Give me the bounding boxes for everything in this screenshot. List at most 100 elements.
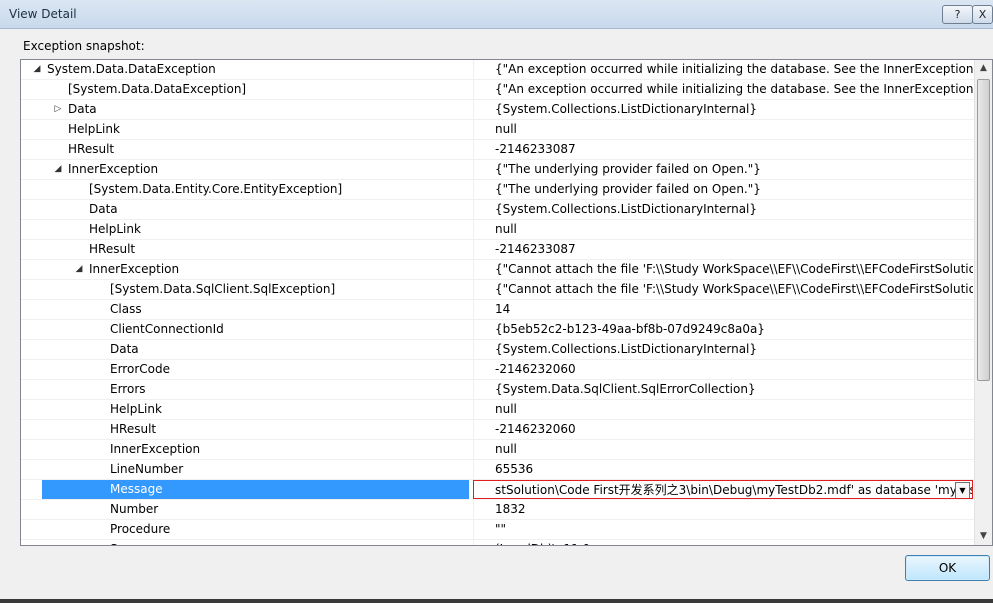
property-value[interactable]: stSolution\Code First开发系列之3\bin\Debug\my… (473, 480, 973, 499)
property-row[interactable]: ClientConnectionId {b5eb52c2-b123-49aa-bf… (21, 320, 974, 340)
property-name-cell[interactable]: ClientConnectionId (21, 320, 469, 339)
scroll-up-icon[interactable]: ▲ (975, 60, 992, 77)
property-row[interactable]: HResult -2146232060 (21, 420, 974, 440)
scroll-thumb[interactable] (977, 79, 990, 381)
property-value-text: (LocalDb)\v11.0 (495, 542, 590, 545)
property-name-cell[interactable]: HelpLink (21, 120, 469, 139)
property-row[interactable]: Message stSolution\Code First开发系列之3\bin\D… (21, 480, 974, 500)
property-name: Data (68, 102, 97, 116)
property-name-cell[interactable]: LineNumber (21, 460, 469, 479)
exception-property-grid[interactable]: ◢ System.Data.DataException {"An exception… (20, 59, 993, 546)
property-value-text: null (495, 222, 517, 236)
property-rows: ◢ System.Data.DataException {"An exception… (21, 60, 974, 545)
scroll-down-icon[interactable]: ▼ (975, 528, 992, 545)
property-name: [System.Data.Entity.Core.EntityException… (89, 182, 343, 196)
property-name-cell[interactable]: Number (21, 500, 469, 519)
dropdown-arrow-icon[interactable]: ▼ (955, 482, 970, 498)
property-row[interactable]: HResult -2146233087 (21, 140, 974, 160)
property-name: HelpLink (110, 402, 162, 416)
property-name-cell[interactable]: Server (21, 540, 469, 545)
property-name: HResult (110, 422, 157, 436)
property-name-cell[interactable]: HResult (21, 420, 469, 439)
property-value: {"Cannot attach the file 'F:\\Study Work… (473, 260, 973, 279)
property-name-cell[interactable]: Errors (21, 380, 469, 399)
property-row[interactable]: HelpLink null (21, 400, 974, 420)
property-row[interactable]: HelpLink null (21, 120, 974, 140)
property-name-cell[interactable]: [System.Data.DataException] (21, 80, 469, 99)
property-name: Class (110, 302, 142, 316)
property-value-text: {"An exception occurred while initializi… (495, 82, 973, 96)
property-row[interactable]: ▷ Data {System.Collections.ListDictionaryI… (21, 100, 974, 120)
property-row[interactable]: Data {System.Collections.ListDictionaryIn… (21, 340, 974, 360)
property-value-text: {System.Collections.ListDictionaryIntern… (495, 202, 758, 216)
property-name-cell[interactable]: Procedure (21, 520, 469, 539)
property-name-cell[interactable]: [System.Data.Entity.Core.EntityException… (21, 180, 469, 199)
property-name-cell[interactable]: Data (21, 200, 469, 219)
collapse-arrow-icon[interactable]: ◢ (31, 60, 43, 79)
property-name: HResult (89, 242, 136, 256)
property-name: ClientConnectionId (110, 322, 224, 336)
property-name-cell[interactable]: Data (21, 340, 469, 359)
property-value-text: 14 (495, 302, 511, 316)
property-name-cell[interactable]: ErrorCode (21, 360, 469, 379)
property-value-text: {"An exception occurred while initializi… (495, 62, 973, 76)
property-value-text: {"Cannot attach the file 'F:\\Study Work… (495, 282, 973, 296)
property-row[interactable]: Errors {System.Data.SqlClient.SqlErrorCol… (21, 380, 974, 400)
property-value-text: null (495, 122, 517, 136)
property-name: [System.Data.DataException] (68, 82, 247, 96)
property-name-cell[interactable]: HResult (21, 240, 469, 259)
property-name: InnerException (68, 162, 159, 176)
property-name-cell[interactable]: HResult (21, 140, 469, 159)
property-row[interactable]: ◢ InnerException {"Cannot attach the file … (21, 260, 974, 280)
collapse-arrow-icon[interactable]: ◢ (73, 260, 85, 279)
property-name-cell[interactable]: Class (21, 300, 469, 319)
property-name-cell[interactable]: ◢ System.Data.DataException (21, 60, 469, 79)
property-name: Procedure (110, 522, 171, 536)
property-value: "" (473, 520, 973, 539)
property-row[interactable]: LineNumber 65536 (21, 460, 974, 480)
property-row[interactable]: Data {System.Collections.ListDictionaryIn… (21, 200, 974, 220)
property-name-cell[interactable]: HelpLink (21, 400, 469, 419)
expand-arrow-icon[interactable]: ▷ (52, 100, 64, 119)
help-button[interactable]: ? (942, 5, 973, 24)
property-name-cell[interactable]: ◢ InnerException (21, 160, 469, 179)
property-row[interactable]: Procedure "" (21, 520, 974, 540)
property-name-cell[interactable]: ◢ InnerException (21, 260, 469, 279)
property-name-cell[interactable]: InnerException (21, 440, 469, 459)
property-value: {System.Data.SqlClient.SqlErrorCollectio… (473, 380, 973, 399)
property-value-text: stSolution\Code First开发系列之3\bin\Debug\my… (495, 483, 973, 497)
property-name-cell[interactable]: ▷ Data (21, 100, 469, 119)
property-row[interactable]: ◢ InnerException {"The underlying provider… (21, 160, 974, 180)
property-value: -2146232060 (473, 360, 973, 379)
property-row[interactable]: HResult -2146233087 (21, 240, 974, 260)
property-name-cell[interactable]: Message (42, 480, 469, 499)
property-row[interactable]: HelpLink null (21, 220, 974, 240)
property-value: (LocalDb)\v11.0 (473, 540, 973, 545)
property-name-cell[interactable]: HelpLink (21, 220, 469, 239)
property-row[interactable]: [System.Data.DataException] {"An exceptio… (21, 80, 974, 100)
property-row[interactable]: Class 14 (21, 300, 974, 320)
property-value: {System.Collections.ListDictionaryIntern… (473, 340, 973, 359)
property-value-text: 1832 (495, 502, 526, 516)
property-value: {"Cannot attach the file 'F:\\Study Work… (473, 280, 973, 299)
close-button[interactable]: X (972, 5, 993, 24)
property-row[interactable]: Server (LocalDb)\v11.0 (21, 540, 974, 545)
property-value-text: "" (495, 522, 507, 536)
property-row[interactable]: ◢ System.Data.DataException {"An exception… (21, 60, 974, 80)
property-row[interactable]: InnerException null (21, 440, 974, 460)
property-value: null (473, 220, 973, 239)
property-value: -2146233087 (473, 240, 973, 259)
property-row[interactable]: [System.Data.SqlClient.SqlException] {"Ca… (21, 280, 974, 300)
property-value: {"An exception occurred while initializi… (473, 80, 973, 99)
property-name-cell[interactable]: [System.Data.SqlClient.SqlException] (21, 280, 469, 299)
vertical-scrollbar[interactable]: ▲ ▼ (974, 60, 992, 545)
property-value-text: {"The underlying provider failed on Open… (495, 162, 761, 176)
property-row[interactable]: Number 1832 (21, 500, 974, 520)
property-row[interactable]: ErrorCode -2146232060 (21, 360, 974, 380)
ok-button[interactable]: OK (905, 555, 990, 581)
property-value: {"The underlying provider failed on Open… (473, 180, 973, 199)
property-row[interactable]: [System.Data.Entity.Core.EntityException… (21, 180, 974, 200)
property-value-text: {System.Collections.ListDictionaryIntern… (495, 102, 758, 116)
property-value-text: {"Cannot attach the file 'F:\\Study Work… (495, 262, 973, 276)
collapse-arrow-icon[interactable]: ◢ (52, 160, 64, 179)
